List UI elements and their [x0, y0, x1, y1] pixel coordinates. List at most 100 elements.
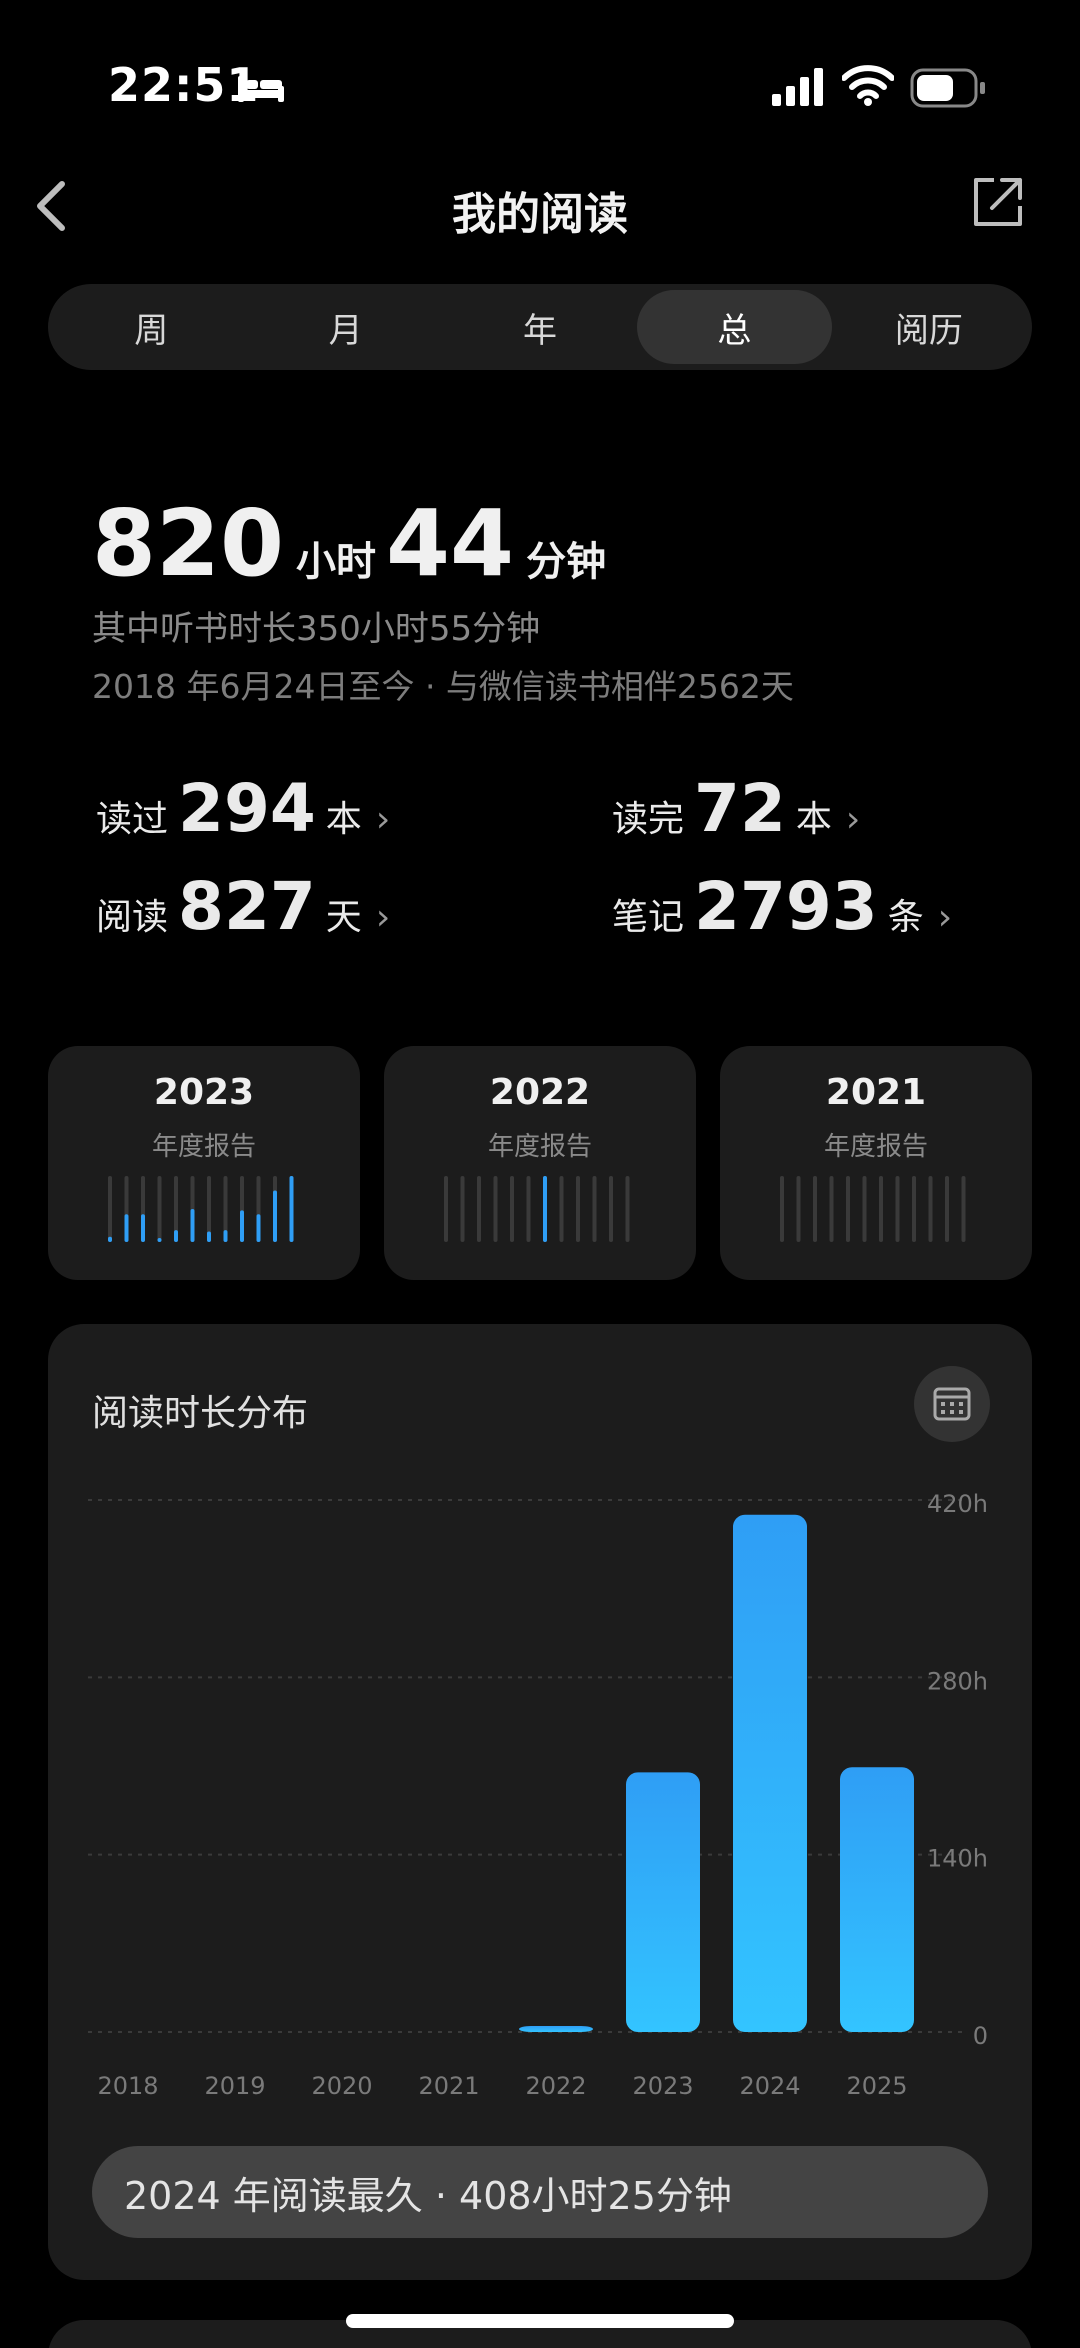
- x-tick-label: 2023: [632, 2072, 693, 2100]
- x-tick-label: 2019: [204, 2072, 265, 2100]
- tab-total[interactable]: 总: [637, 290, 832, 364]
- reading-time-distribution-card: 420h 280h 140h 0 2018 2019 2020 2021 2022 2023 202…: [48, 1324, 1032, 2280]
- year-report-card-2022[interactable]: 2022 年度报告: [384, 1046, 696, 1280]
- hours-unit: 小时: [296, 539, 377, 585]
- chevron-right-icon: ›: [937, 897, 953, 938]
- month-track: [928, 1176, 933, 1242]
- stat-label: 笔记: [612, 897, 685, 938]
- month-track: [846, 1176, 850, 1242]
- month-bar: [141, 1214, 145, 1242]
- report-year: 2021: [825, 1072, 927, 1113]
- stat-value: 72: [694, 770, 786, 847]
- month-bar: [543, 1176, 547, 1242]
- mini-monthly-chart: [444, 1176, 630, 1242]
- x-tick-label: 2022: [525, 2072, 586, 2100]
- report-year: 2022: [489, 1072, 591, 1113]
- chart-title: 阅读时长分布: [92, 1393, 309, 1434]
- month-bar: [240, 1210, 244, 1242]
- stat-unit: 条: [887, 897, 924, 938]
- status-bar: 22:51: [0, 0, 1080, 170]
- month-track: [444, 1176, 448, 1242]
- month-bar: [273, 1190, 277, 1242]
- month-track: [592, 1176, 597, 1242]
- month-bar: [256, 1214, 261, 1242]
- minutes-unit: 分钟: [526, 539, 607, 585]
- report-label: 年度报告: [823, 1132, 928, 1162]
- y-tick-label: 280h: [927, 1667, 988, 1695]
- stat-label: 读完: [612, 799, 685, 840]
- month-track: [895, 1176, 900, 1242]
- month-bar: [157, 1238, 162, 1242]
- stat-value: 827: [178, 868, 316, 945]
- period-tabs: 周 月 年 总 阅历: [48, 284, 1032, 370]
- since-line: 2018 年6月24日至今 · 与微信读书相伴2562天: [92, 667, 794, 706]
- tab-week[interactable]: 周: [54, 290, 248, 364]
- month-track: [862, 1176, 867, 1242]
- month-bar: [289, 1176, 294, 1242]
- calendar-icon: [933, 1387, 971, 1421]
- stat-unit: 本: [795, 799, 832, 840]
- stat-value: 2793: [694, 868, 878, 945]
- share-icon[interactable]: [970, 174, 1026, 230]
- month-track: [510, 1176, 514, 1242]
- mini-monthly-chart: [780, 1176, 966, 1242]
- month-track: [493, 1176, 498, 1242]
- sleep-mode-icon: [238, 76, 284, 102]
- x-tick-label: 2020: [311, 2072, 372, 2100]
- chevron-right-icon: ›: [375, 799, 391, 840]
- month-bar: [174, 1230, 178, 1242]
- longest-year-highlight: 2024 年阅读最久 · 408小时25分钟: [92, 2146, 988, 2238]
- report-label: 年度报告: [151, 1132, 256, 1162]
- y-tick-label: 420h: [927, 1490, 988, 1518]
- bar-2024: [733, 1514, 807, 2032]
- year-report-card-2023[interactable]: 2023 年度报告: [48, 1046, 360, 1280]
- tab-month[interactable]: 月: [248, 290, 442, 364]
- month-track: [460, 1176, 465, 1242]
- stat-label: 阅读: [96, 897, 169, 938]
- y-tick-label: 0: [973, 2022, 988, 2050]
- stat-unit: 本: [325, 799, 362, 840]
- x-tick-label: 2021: [418, 2072, 479, 2100]
- month-track: [625, 1176, 630, 1242]
- month-bar: [190, 1209, 195, 1242]
- month-track: [609, 1176, 613, 1242]
- month-track: [829, 1176, 834, 1242]
- stat-notes[interactable]: 笔记 2793 条 ›: [612, 868, 952, 945]
- tab-year[interactable]: 年: [443, 290, 637, 364]
- cellular-signal-icon: [772, 68, 823, 106]
- total-minutes: 44: [386, 490, 515, 597]
- home-indicator[interactable]: [346, 2314, 734, 2328]
- month-track: [477, 1176, 481, 1242]
- page-title: 我的阅读: [452, 189, 628, 240]
- bar-2025: [840, 1767, 914, 2032]
- tab-history[interactable]: 阅历: [832, 290, 1026, 364]
- x-tick-label: 2025: [846, 2072, 907, 2100]
- month-track: [108, 1176, 112, 1242]
- stat-reading-days[interactable]: 阅读 827 天 ›: [96, 868, 390, 945]
- stat-books-finished[interactable]: 读完 72 本 ›: [612, 770, 860, 847]
- bar-2023: [626, 1772, 700, 2032]
- mini-monthly-chart: [108, 1176, 294, 1242]
- listen-time-line: 其中听书时长350小时55分钟: [92, 609, 541, 649]
- stat-books-read[interactable]: 读过 294 本 ›: [96, 770, 390, 847]
- month-track: [879, 1176, 883, 1242]
- stat-value: 294: [178, 770, 316, 847]
- y-tick-label: 140h: [927, 1845, 988, 1873]
- stat-label: 读过: [96, 799, 169, 840]
- chevron-right-icon: ›: [845, 799, 861, 840]
- wifi-icon: [842, 65, 894, 106]
- calendar-button[interactable]: [914, 1366, 990, 1442]
- reading-summary: 820 小时 44 分钟 其中听书时长350小时55分钟 2018 年6月24日…: [92, 490, 992, 708]
- month-track: [576, 1176, 580, 1242]
- month-bar: [108, 1236, 112, 1242]
- stat-unit: 天: [325, 897, 362, 938]
- month-bar: [223, 1230, 228, 1242]
- x-tick-label: 2024: [739, 2072, 800, 2100]
- month-track: [526, 1176, 531, 1242]
- total-time: 820 小时 44 分钟: [92, 490, 992, 597]
- report-label: 年度报告: [487, 1132, 592, 1162]
- bar-2022: [519, 2026, 593, 2032]
- month-track: [559, 1176, 564, 1242]
- year-report-card-2021[interactable]: 2021 年度报告: [720, 1046, 1032, 1280]
- month-track: [912, 1176, 916, 1242]
